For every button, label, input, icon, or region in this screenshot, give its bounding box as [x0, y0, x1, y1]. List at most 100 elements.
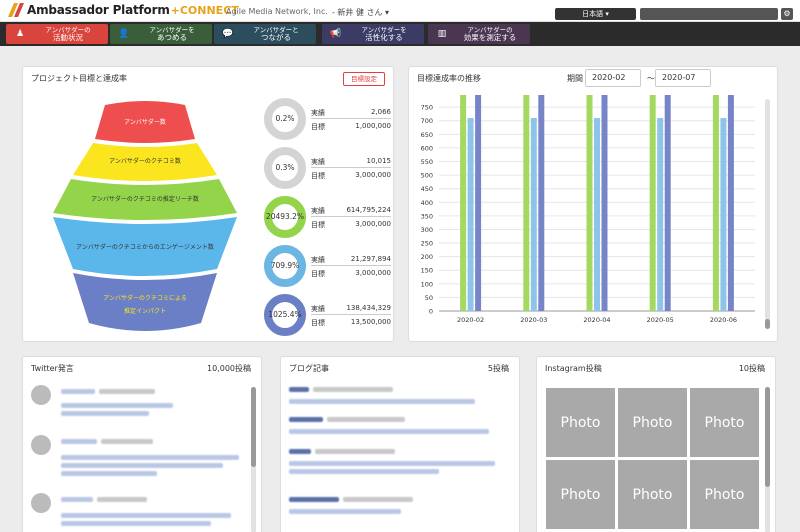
funnel-level-5: [73, 273, 217, 331]
y-tick-label: 150: [421, 267, 433, 275]
avatar: [31, 493, 51, 513]
photo-thumbnail[interactable]: Photo: [617, 387, 688, 458]
target-value: 3,000,000: [355, 269, 391, 277]
y-tick-label: 700: [421, 117, 433, 125]
target-value: 13,500,000: [350, 318, 391, 326]
company-name: Agile Media Network, Inc.: [226, 7, 328, 16]
actual-value: 614,795,224: [346, 206, 391, 214]
bar: [649, 95, 656, 311]
instagram-panel-title: Instagram投稿: [545, 364, 602, 373]
chat-icon: 💬: [222, 29, 234, 39]
photo-thumbnail[interactable]: Photo: [689, 387, 760, 458]
blog-panel-title: ブログ記事: [289, 364, 329, 373]
target-label: 目標: [311, 221, 325, 229]
twitter-scrollbar[interactable]: [251, 387, 256, 532]
photo-thumbnail[interactable]: Photo: [617, 459, 688, 530]
period-separator: 〜: [647, 74, 655, 83]
bar: [664, 95, 671, 311]
twitter-scroll-thumb[interactable]: [251, 387, 256, 467]
y-tick-label: 50: [425, 294, 433, 302]
target-value: 1,000,000: [355, 122, 391, 130]
metric-row: 20493.2% 実績 614,795,224 目標 3,000,000: [263, 195, 393, 243]
actual-value: 138,434,329: [346, 304, 391, 312]
trend-panel-title: 目標達成率の推移: [417, 74, 481, 83]
bar: [523, 95, 530, 311]
bar: [727, 95, 734, 311]
rate-text: 0.3%: [275, 163, 295, 172]
target-value: 3,000,000: [355, 220, 391, 228]
search-input[interactable]: [640, 8, 778, 20]
goals-panel-title: プロジェクト目標と達成率: [31, 74, 127, 83]
goals-panel: プロジェクト目標と達成率 目標設定 アンバサダー数 アンバサダーのクチコミ数 ア…: [22, 66, 394, 342]
y-tick-label: 450: [421, 185, 433, 193]
rate-text: 1025.4%: [268, 310, 302, 319]
bar: [594, 118, 600, 312]
bar: [601, 95, 608, 311]
rate-text: 0.2%: [275, 114, 295, 123]
language-select[interactable]: 日本語 ▾: [555, 8, 636, 20]
period-from-input[interactable]: 2020-02: [585, 69, 641, 87]
logo[interactable]: Ambassador Platform +CONNECT: [8, 3, 239, 17]
photo-thumbnail[interactable]: Photo: [545, 459, 616, 530]
set-goal-button[interactable]: 目標設定: [343, 72, 385, 86]
photo-thumbnail[interactable]: Photo: [545, 387, 616, 458]
nav-activity[interactable]: ♟ アンバサダーの 活動状況: [6, 24, 108, 44]
actual-value: 21,297,894: [350, 255, 391, 263]
y-tick-label: 600: [421, 144, 433, 152]
chart-scroll-thumb[interactable]: [765, 319, 770, 329]
user-menu[interactable]: - 新井 健 さん ▾: [332, 7, 389, 18]
twitter-panel: Twitter発言 10,000投稿: [22, 356, 262, 532]
blog-count: 5投稿: [487, 364, 509, 373]
nav-measure[interactable]: ▥ アンバサダーの 効果を測定する: [428, 24, 530, 44]
period-to-input[interactable]: 2020-07: [655, 69, 711, 87]
y-tick-label: 100: [421, 280, 433, 288]
funnel-label-2: アンバサダーのクチコミ数: [109, 157, 181, 165]
actual-label: 実績: [311, 256, 325, 264]
x-tick-label: 2020-05: [647, 316, 674, 324]
avatar: [31, 385, 51, 405]
megaphone-icon: 📢: [330, 29, 342, 39]
y-tick-label: 350: [421, 212, 433, 220]
actual-label: 実績: [311, 305, 325, 313]
target-label: 目標: [311, 172, 325, 180]
actual-label: 実績: [311, 109, 325, 117]
funnel-label-5: アンバサダーのクチコミによる: [103, 294, 187, 302]
actual-label: 実績: [311, 207, 325, 215]
bar: [586, 95, 593, 311]
funnel-label-5b: 推定インパクト: [124, 307, 166, 315]
avatar: [31, 435, 51, 455]
x-tick-label: 2020-02: [457, 316, 484, 324]
twitter-count: 10,000投稿: [207, 364, 251, 373]
instagram-scroll-thumb[interactable]: [765, 387, 770, 487]
actual-value: 10,015: [366, 157, 392, 165]
metric-row: 0.2% 実績 2,066 目標 1,000,000: [263, 97, 393, 145]
chart-scrollbar[interactable]: [765, 99, 770, 329]
photo-thumbnail[interactable]: Photo: [689, 459, 760, 530]
bar: [657, 118, 664, 312]
actual-label: 実績: [311, 158, 325, 166]
nav-activate[interactable]: 📢 アンバサダーを 活性化する: [322, 24, 424, 44]
list-item[interactable]: [31, 385, 261, 437]
instagram-panel: Instagram投稿 10投稿 Photo Photo Photo Photo…: [536, 356, 776, 532]
logo-text: Ambassador Platform: [27, 3, 170, 17]
bar: [720, 118, 727, 312]
nav-collect[interactable]: 👤 アンバサダーを あつめる: [110, 24, 212, 44]
x-tick-label: 2020-04: [583, 316, 610, 324]
logo-icon: [8, 3, 24, 17]
metric-row: 0.3% 実績 10,015 目標 3,000,000: [263, 146, 393, 194]
bar: [712, 95, 719, 311]
list-item[interactable]: [31, 435, 261, 487]
funnel-label-1: アンバサダー数: [124, 118, 166, 126]
rate-text: 20493.2%: [265, 212, 305, 221]
instagram-scrollbar[interactable]: [765, 387, 770, 532]
gear-icon[interactable]: ⚙: [781, 8, 793, 20]
nav-measure-label: 効果を測定する: [463, 33, 517, 42]
nav-activity-label: 活動状況: [53, 33, 83, 42]
bar: [467, 118, 474, 312]
blog-panel: ブログ記事 5投稿: [280, 356, 520, 532]
list-item[interactable]: [31, 493, 261, 532]
y-tick-label: 750: [421, 104, 433, 112]
target-value: 3,000,000: [355, 171, 391, 179]
nav-connect[interactable]: 💬 アンバサダーと つながる: [214, 24, 316, 44]
y-tick-label: 400: [421, 199, 433, 207]
